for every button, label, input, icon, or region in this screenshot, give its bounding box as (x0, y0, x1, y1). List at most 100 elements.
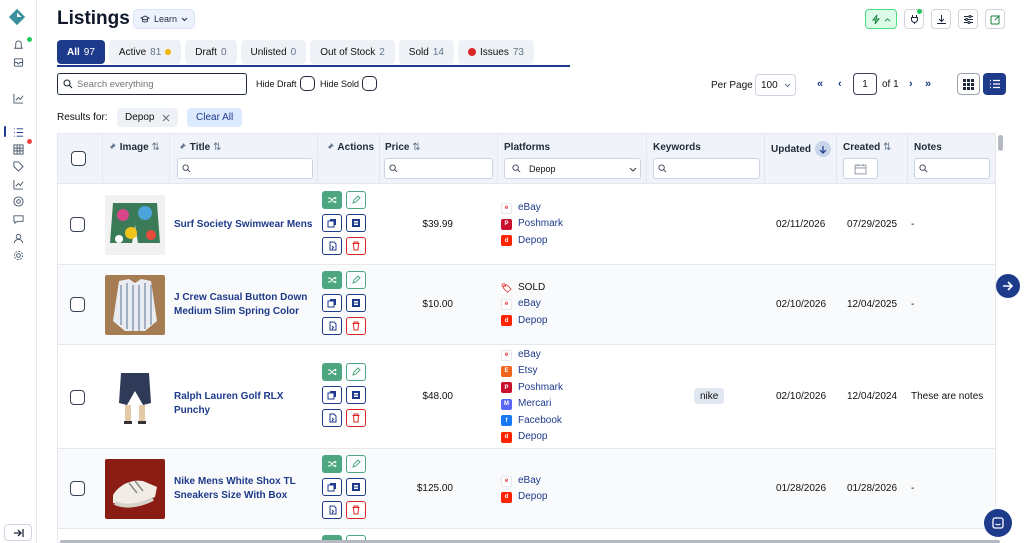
per-page-select[interactable]: 100 (755, 74, 796, 96)
collapse-sidebar-button[interactable] (4, 524, 32, 541)
list-view-button[interactable] (983, 73, 1006, 95)
user-icon[interactable] (12, 232, 24, 244)
notes-filter-input[interactable] (914, 158, 990, 179)
platform-depop[interactable]: d Depop (501, 429, 563, 445)
messages-icon[interactable] (12, 213, 24, 225)
sort-price[interactable]: Price ⇅ (385, 142, 421, 153)
app-logo-icon[interactable] (8, 8, 26, 26)
last-page-button[interactable]: » (925, 78, 931, 90)
chat-support-button[interactable] (984, 509, 1012, 537)
tab-out-of-stock[interactable]: Out of Stock 2 (310, 40, 395, 64)
sort-desc-icon[interactable] (815, 141, 831, 157)
platform-ebay[interactable]: e eBay (501, 473, 547, 489)
vertical-scrollbar[interactable] (998, 135, 1003, 151)
sort-updated[interactable]: Updated (771, 144, 811, 155)
duplicate-button[interactable] (322, 294, 342, 312)
close-icon[interactable] (162, 114, 170, 122)
relist-button[interactable] (322, 501, 342, 519)
delete-button[interactable] (346, 317, 366, 335)
download-button[interactable] (931, 9, 951, 29)
tab-sold[interactable]: Sold 14 (398, 40, 454, 64)
platform-depop[interactable]: d Depop (501, 233, 563, 249)
edit-button[interactable] (346, 455, 366, 473)
platforms-filter-select[interactable]: Depop (504, 158, 641, 179)
search-input[interactable] (77, 78, 237, 90)
tab-issues[interactable]: Issues 73 (457, 40, 534, 64)
tag-icon[interactable] (12, 160, 24, 172)
details-button[interactable] (346, 478, 366, 496)
platform-poshmark[interactable]: P Poshmark (501, 380, 563, 396)
hide-sold-checkbox[interactable] (362, 76, 378, 91)
product-image[interactable] (105, 275, 165, 335)
chart-icon[interactable] (12, 178, 24, 190)
keywords-filter-input[interactable] (653, 158, 760, 179)
help-icon[interactable] (12, 195, 24, 207)
platform-depop[interactable]: d Depop (501, 313, 547, 329)
platform-ebay[interactable]: e eBay (501, 200, 563, 216)
platform-ebay[interactable]: e eBay (501, 296, 547, 312)
details-button[interactable] (346, 386, 366, 404)
details-button[interactable] (346, 294, 366, 312)
duplicate-button[interactable] (322, 386, 342, 404)
platform-poshmark[interactable]: P Poshmark (501, 216, 563, 232)
details-button[interactable] (346, 214, 366, 232)
next-page-button[interactable]: › (909, 78, 913, 90)
listing-title[interactable]: J Crew Casual Button Down Medium Slim Sp… (174, 291, 314, 319)
crosslist-button[interactable] (322, 363, 342, 381)
platform-ebay[interactable]: e eBay (501, 347, 563, 363)
grid-view-button[interactable] (957, 73, 980, 95)
crosslist-button[interactable] (322, 271, 342, 289)
duplicate-button[interactable] (322, 478, 342, 496)
delete-button[interactable] (346, 409, 366, 427)
settings-icon[interactable] (12, 249, 24, 261)
tab-draft[interactable]: Draft 0 (185, 40, 237, 64)
product-image[interactable] (105, 195, 165, 255)
platform-depop[interactable]: d Depop (501, 489, 547, 505)
sort-created[interactable]: Created ⇅ (843, 142, 891, 153)
listings-icon[interactable] (12, 126, 24, 138)
filter-settings-button[interactable] (958, 9, 978, 29)
tab-all[interactable]: All 97 (57, 40, 105, 64)
create-listing-button[interactable] (985, 9, 1005, 29)
edit-button[interactable] (346, 191, 366, 209)
listing-title[interactable]: Nike Mens White Shox TL Sneakers Size Wi… (174, 475, 314, 503)
relist-button[interactable] (322, 409, 342, 427)
platform-facebook[interactable]: f Facebook (501, 413, 563, 429)
product-image[interactable] (105, 459, 165, 519)
created-date-filter[interactable] (843, 158, 878, 179)
duplicate-button[interactable] (322, 214, 342, 232)
delete-button[interactable] (346, 237, 366, 255)
page-input[interactable]: 1 (853, 73, 877, 95)
inbox-icon[interactable] (12, 56, 24, 68)
row-checkbox[interactable] (70, 390, 85, 405)
analytics-icon[interactable] (12, 92, 24, 104)
listing-title[interactable]: Surf Society Swimwear Mens (174, 218, 314, 232)
relist-button[interactable] (322, 237, 342, 255)
platform-mercari[interactable]: M Mercari (501, 396, 563, 412)
clear-all-button[interactable]: Clear All (187, 108, 243, 127)
hide-draft-toggle[interactable]: Hide Draft (256, 76, 315, 91)
relist-button[interactable] (322, 317, 342, 335)
grid-icon[interactable] (12, 143, 24, 155)
crosslist-button[interactable] (322, 455, 342, 473)
learn-button[interactable]: Learn (133, 9, 195, 29)
price-filter-input[interactable] (384, 158, 493, 179)
delete-button[interactable] (346, 501, 366, 519)
row-checkbox[interactable] (70, 481, 85, 496)
quick-actions-button[interactable] (865, 9, 897, 29)
edit-button[interactable] (346, 363, 366, 381)
sort-title[interactable]: Title ⇅ (178, 142, 221, 153)
tab-unlisted[interactable]: Unlisted 0 (240, 40, 307, 64)
row-checkbox[interactable] (70, 297, 85, 312)
listing-title[interactable]: Ralph Lauren Golf RLX Punchy (174, 390, 314, 418)
prev-page-button[interactable]: ‹ (838, 78, 842, 90)
hide-sold-toggle[interactable]: Hide Sold (320, 76, 378, 91)
platform-etsy[interactable]: E Etsy (501, 363, 563, 379)
bell-icon[interactable] (12, 39, 24, 51)
crosslist-button[interactable] (322, 191, 342, 209)
first-page-button[interactable]: « (817, 78, 823, 90)
hide-draft-checkbox[interactable] (299, 76, 315, 91)
scroll-right-button[interactable] (996, 274, 1020, 298)
title-filter-input[interactable] (177, 158, 313, 179)
edit-button[interactable] (346, 271, 366, 289)
